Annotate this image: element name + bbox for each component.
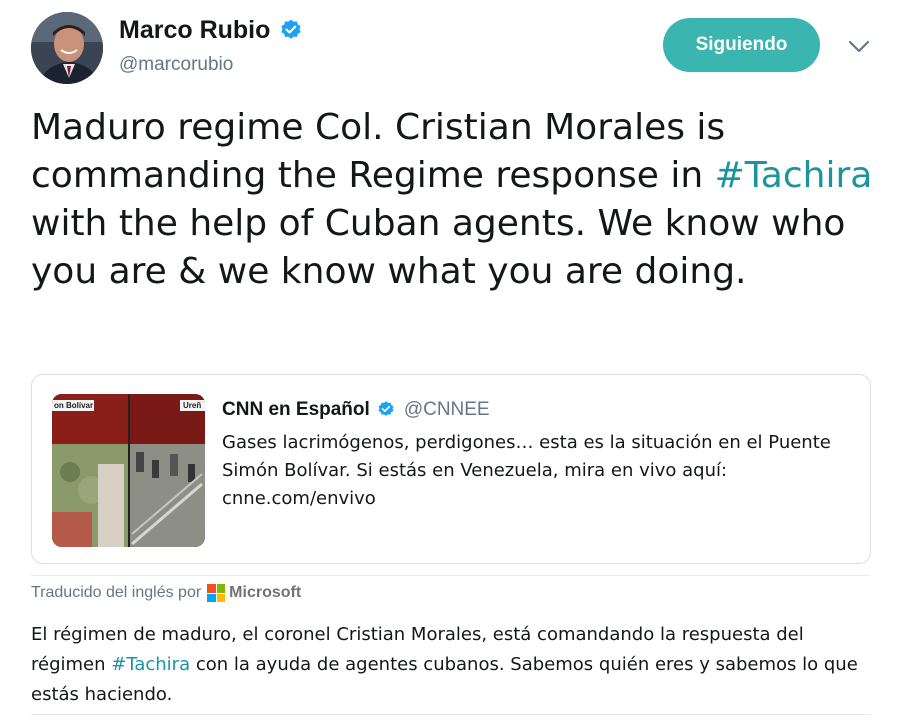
translated-by-label: Traducido del inglés por bbox=[31, 584, 202, 601]
divider bbox=[31, 575, 871, 576]
quoted-author-name: CNN en Español bbox=[222, 399, 370, 420]
author-name-text[interactable]: Marco Rubio bbox=[119, 16, 270, 45]
divider bbox=[31, 714, 871, 715]
verified-badge-icon bbox=[278, 18, 304, 44]
microsoft-icon bbox=[207, 584, 226, 602]
translated-by: Traducido del inglés por Microsoft bbox=[31, 584, 301, 602]
quoted-tweet-thumbnail: on Bolívar Ureñ bbox=[52, 394, 205, 547]
author-handle[interactable]: @marcorubio bbox=[119, 54, 233, 76]
microsoft-logo-text: Microsoft bbox=[229, 584, 302, 601]
verified-badge-icon bbox=[376, 400, 396, 420]
chevron-down-icon bbox=[848, 40, 870, 53]
author-avatar[interactable] bbox=[31, 12, 103, 84]
microsoft-logo[interactable]: Microsoft bbox=[207, 584, 301, 602]
quoted-tweet-card[interactable]: on Bolívar Ureñ CNN en Español @CNNEE Ga… bbox=[31, 374, 871, 564]
hashtag-link[interactable]: #Tachira bbox=[715, 155, 873, 196]
tweet-card: Marco Rubio @marcorubio Siguiendo Maduro… bbox=[0, 0, 905, 724]
quoted-author[interactable]: CNN en Español @CNNEE bbox=[222, 399, 490, 421]
quoted-author-handle: @CNNEE bbox=[403, 399, 490, 420]
tweet-text: Maduro regime Col. Cristian Morales is c… bbox=[31, 104, 876, 296]
tweet-text-part: with the help of Cuban agents. We know w… bbox=[31, 203, 846, 292]
author-name[interactable]: Marco Rubio bbox=[119, 16, 304, 45]
translation-text: El régimen de maduro, el coronel Cristia… bbox=[31, 620, 876, 710]
thumb-caption-right: Ureñ bbox=[183, 401, 202, 410]
hashtag-link[interactable]: #Tachira bbox=[111, 654, 190, 675]
quoted-tweet-text: Gases lacrimógenos, perdigones… esta es … bbox=[222, 432, 831, 509]
tweet-text-part: Maduro regime Col. Cristian Morales is c… bbox=[31, 107, 726, 196]
tweet-menu-button[interactable] bbox=[846, 34, 872, 60]
following-button[interactable]: Siguiendo bbox=[663, 18, 820, 72]
thumb-caption: on Bolívar bbox=[54, 401, 94, 410]
